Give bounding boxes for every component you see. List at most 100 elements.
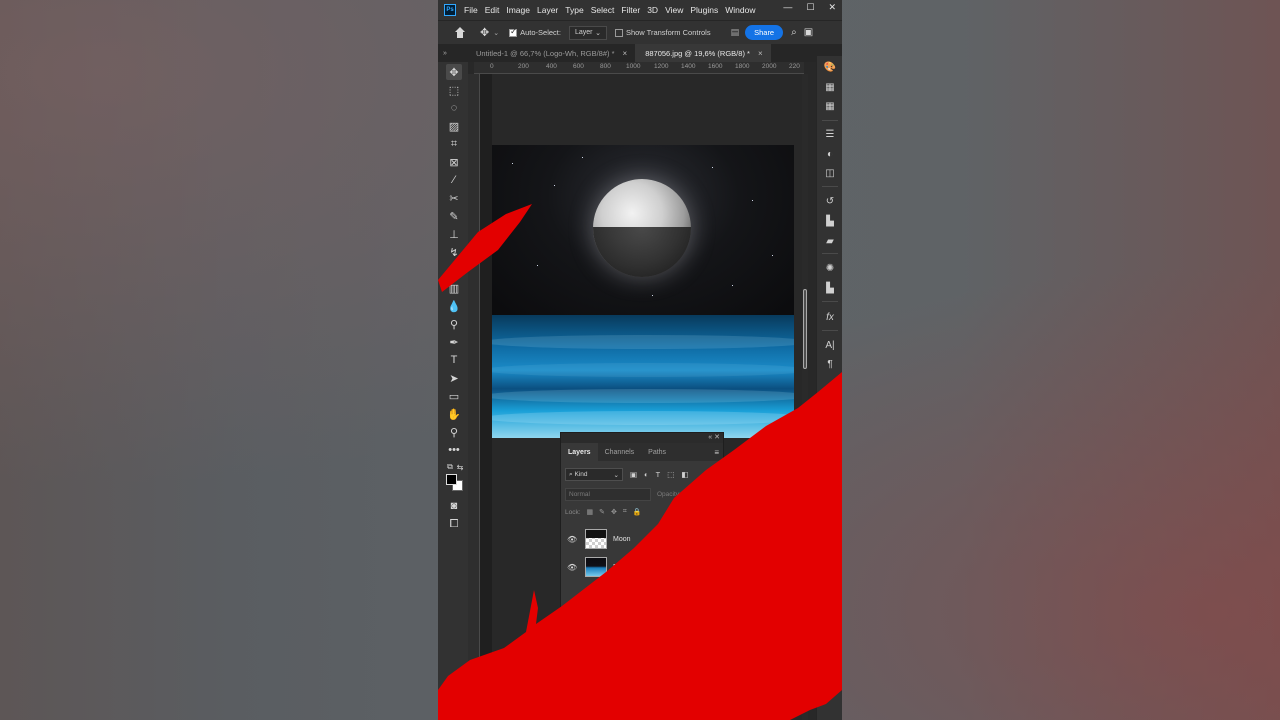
menu-edit[interactable]: Edit [485,5,500,15]
shape-filter-icon[interactable]: ⬚ [667,470,674,479]
move-tool-icon[interactable]: ✥ [446,64,462,80]
lock-transparency-icon[interactable]: ▦ [587,508,594,516]
adjustments-icon[interactable]: ◐ [822,147,838,161]
tab-untitled-1[interactable]: Untitled-1 @ 66,7% (Logo-Wh, RGB/8#) * × [452,44,635,62]
scrollbar-thumb[interactable] [803,289,807,369]
rectangle-tool-icon[interactable]: ▭ [446,388,462,404]
swatches-icon[interactable]: ▦ [822,80,838,94]
document-image[interactable] [492,145,794,438]
eye-icon[interactable]: 👁 [567,563,577,572]
home-icon[interactable] [454,26,466,39]
menu-3d[interactable]: 3D [647,5,658,15]
tab-channels[interactable]: Channels [598,443,642,461]
clone-source-icon[interactable]: ▙ [822,281,838,295]
lock-row: Lock: ▦ ✎ ✥ ⌗ 🔒 [561,508,725,516]
eraser-tool-icon[interactable]: ◇ [446,262,462,278]
chevron-down-icon[interactable]: ⌄ [493,29,499,37]
swap-colors-icon[interactable]: ⇆ [452,459,468,475]
close-button[interactable]: ✕ [828,2,836,13]
auto-select-target-dropdown[interactable]: Layer ⌄ [568,25,607,40]
blur-tool-icon[interactable]: 💧 [446,298,462,314]
collapse-icon[interactable]: » [438,50,452,57]
lock-all-icon[interactable]: 🔒 [633,508,642,516]
layer-row-moon[interactable]: 👁 Moon [561,525,725,553]
lock-position-icon[interactable]: ✥ [611,508,617,516]
eye-icon[interactable]: 👁 [567,535,577,544]
path-select-tool-icon[interactable]: ➤ [446,370,462,386]
blend-mode-dropdown[interactable]: Normal [565,488,651,501]
tab-887056[interactable]: 887056.jpg @ 19,6% (RGB/8) * × [635,44,771,62]
lasso-tool-icon[interactable]: ◌ [446,100,462,116]
smart-object-filter-icon[interactable]: ◧ [681,470,688,479]
more-tools-icon[interactable]: ••• [446,442,462,458]
tab-close-icon[interactable]: × [623,49,628,58]
character-icon[interactable]: A| [822,338,838,352]
patterns-icon[interactable]: ▦ [822,99,838,113]
blend-row: Normal Opacity: [561,488,725,501]
marquee-tool-icon[interactable]: ⬚ [446,82,462,98]
gradient-tool-icon[interactable]: ▥ [446,280,462,296]
vertical-scrollbar[interactable] [802,74,808,720]
lock-pixels-icon[interactable]: ✎ [599,508,605,516]
actions-icon[interactable]: ▙ [822,214,838,228]
transform-controls-checkbox[interactable] [614,28,623,37]
align-icon[interactable]: ▤ [731,27,740,38]
properties-icon[interactable]: ☰ [822,127,838,141]
brush-tool-icon[interactable]: ✎ [446,208,462,224]
quick-mask-icon[interactable]: ◙ [446,498,462,514]
menu-window[interactable]: Window [725,5,755,15]
workspace-icon[interactable]: ▣ [804,27,813,38]
type-filter-icon[interactable]: T [656,470,661,479]
menu-bar: Ps File Edit Image Layer Type Select Fil… [438,0,842,20]
layer-row-background[interactable]: 👁 B [561,553,725,581]
styles-icon[interactable]: fx [822,310,838,324]
menu-image[interactable]: Image [506,5,530,15]
zoom-tool-icon[interactable]: ⚲ [446,424,462,440]
hand-tool-icon[interactable]: ✋ [446,406,462,422]
move-icon[interactable]: ✥ [480,26,489,39]
paragraph-icon[interactable]: ¶ [822,357,838,371]
menu-filter[interactable]: Filter [621,5,640,15]
filter-kind-value: Kind [574,470,588,478]
search-icon[interactable]: ⌕ [791,27,797,38]
share-button[interactable]: Share [745,25,784,40]
healing-tool-icon[interactable]: ✂ [446,190,462,206]
brushes-icon[interactable]: ✺ [822,261,838,275]
menu-plugins[interactable]: Plugins [690,5,718,15]
foreground-color-swatch[interactable] [446,474,457,485]
eyedropper-tool-icon[interactable]: ⁄ [446,172,462,188]
minimize-button[interactable]: — [783,2,792,13]
chevron-down-icon: ⌄ [613,471,619,479]
crop-tool-icon[interactable]: ⌗ [446,136,462,152]
maximize-button[interactable]: ☐ [806,2,814,13]
stamp-tool-icon[interactable]: ⊥ [446,226,462,242]
history-brush-icon[interactable]: ↯ [446,244,462,260]
tab-close-icon[interactable]: × [758,49,763,58]
frame-tool-icon[interactable]: ⊠ [446,154,462,170]
object-select-tool-icon[interactable]: ▨ [446,118,462,134]
menu-file[interactable]: File [464,5,478,15]
libraries-icon[interactable]: ◫ [822,166,838,180]
auto-select-checkbox[interactable] [509,27,518,37]
panel-collapse-controls[interactable]: « ✕ [561,433,723,443]
screen-mode-icon[interactable]: ⧠ [446,516,462,532]
menu-layer[interactable]: Layer [537,5,558,15]
lock-artboard-icon[interactable]: ⌗ [623,508,627,516]
ruler-tick-label: 1800 [735,63,750,70]
ruler-tick-label: 1400 [681,63,696,70]
dodge-tool-icon[interactable]: ⚲ [446,316,462,332]
menu-select[interactable]: Select [591,5,615,15]
comments-icon[interactable]: ▰ [822,234,838,248]
panel-menu-icon[interactable]: ≡ [714,448,719,457]
pen-tool-icon[interactable]: ✒ [446,334,462,350]
pixel-filter-icon[interactable]: ▣ [630,470,637,479]
color-icon[interactable]: 🎨 [822,60,838,74]
adjustment-filter-icon[interactable]: ◐ [644,470,649,479]
menu-type[interactable]: Type [565,5,583,15]
tab-paths[interactable]: Paths [641,443,673,461]
tab-layers[interactable]: Layers [561,443,598,461]
type-tool-icon[interactable]: T [446,352,462,368]
history-icon[interactable]: ↺ [822,194,838,208]
menu-view[interactable]: View [665,5,683,15]
filter-kind-dropdown[interactable]: ⌕ Kind ⌄ [565,468,623,481]
